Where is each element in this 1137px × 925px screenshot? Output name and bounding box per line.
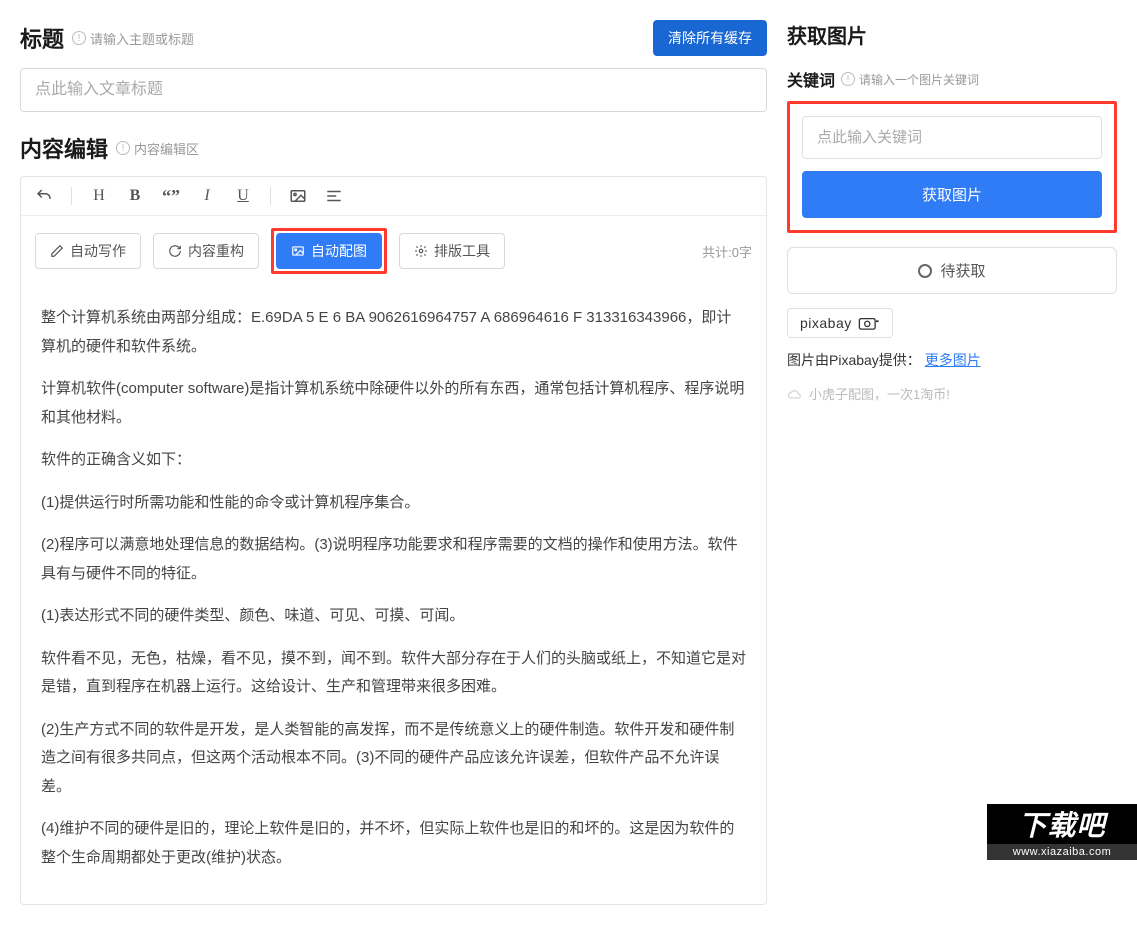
pixabay-badge[interactable]: pixabay [787,308,893,338]
title-header: 标题 ! 请输入主题或标题 清除所有缓存 [20,20,767,56]
undo-icon[interactable] [35,187,53,205]
sidebar: 获取图片 关键词 ! 请输入一个图片关键词 获取图片 待获取 pixabay 图… [787,20,1117,905]
content-paragraph: 软件的正确含义如下： [41,446,746,475]
info-icon: ! [116,141,130,155]
content-paragraph: (1)提供运行时所需功能和性能的命令或计算机程序集合。 [41,489,746,518]
char-count: 共计:0字 [702,242,752,261]
keyword-highlight-box: 获取图片 [787,101,1117,233]
auto-image-highlight: 自动配图 [271,228,387,274]
sidebar-title: 获取图片 [787,20,1117,49]
auto-write-button[interactable]: 自动写作 [35,233,141,269]
content-header: 内容编辑 ! 内容编辑区 [20,132,767,164]
keyword-header: 关键词 ! 请输入一个图片关键词 [787,67,1117,91]
clear-cache-button[interactable]: 清除所有缓存 [653,20,767,56]
restructure-button[interactable]: 内容重构 [153,233,259,269]
keyword-label: 关键词 [787,67,835,91]
content-paragraph: (2)程序可以满意地处理信息的数据结构。(3)说明程序功能要求和程序需要的文档的… [41,531,746,588]
image-icon[interactable] [289,187,307,205]
align-icon[interactable] [325,187,343,205]
keyword-input[interactable] [802,116,1102,159]
format-toolbar: H B “” I U [21,177,766,216]
content-label: 内容编辑 [20,132,108,164]
bold-icon[interactable]: B [126,187,144,205]
camera-icon [858,316,880,330]
content-paragraph: 整个计算机系统由两部分组成：E.69DA 5 E 6 BA 9062616964… [41,304,746,361]
italic-icon[interactable]: I [198,187,216,205]
main-column: 标题 ! 请输入主题或标题 清除所有缓存 内容编辑 ! 内容编辑区 [20,20,767,905]
heading-icon[interactable]: H [90,187,108,205]
footer-note: 小虎子配图，一次1淘币! [787,384,1117,403]
content-paragraph: (2)生产方式不同的软件是开发，是人类智能的高发挥，而不是传统意义上的硬件制造。… [41,716,746,802]
editor-box: H B “” I U 自动写作 [20,176,767,905]
keyword-hint: ! 请输入一个图片关键词 [841,71,979,88]
content-paragraph: 计算机软件(computer software)是指计算机系统中除硬件以外的所有… [41,375,746,432]
underline-icon[interactable]: U [234,187,252,205]
watermark: 下载吧 www.xiazaiba.com [987,804,1137,860]
action-toolbar: 自动写作 内容重构 自动配图 排版工具 [21,216,766,286]
info-icon: ! [841,72,855,86]
content-paragraph: (4)维护不同的硬件是旧的，理论上软件是旧的，并不坏，但实际上软件也是旧的和坏的… [41,815,746,872]
pending-button[interactable]: 待获取 [787,247,1117,294]
title-hint: ! 请输入主题或标题 [72,29,194,48]
content-area[interactable]: 整个计算机系统由两部分组成：E.69DA 5 E 6 BA 9062616964… [21,286,766,904]
provider-line: 图片由Pixabay提供： 更多图片 [787,350,1117,370]
auto-image-button[interactable]: 自动配图 [276,233,382,269]
title-label: 标题 [20,22,64,54]
more-images-link[interactable]: 更多图片 [925,352,981,368]
fetch-image-button[interactable]: 获取图片 [802,171,1102,218]
cloud-icon [787,388,803,400]
content-hint: ! 内容编辑区 [116,139,199,158]
article-title-input[interactable] [20,68,767,112]
layout-tool-button[interactable]: 排版工具 [399,233,505,269]
info-icon: ! [72,31,86,45]
circle-icon [918,264,932,278]
content-paragraph: 软件看不见，无色，枯燥，看不见，摸不到，闻不到。软件大部分存在于人们的头脑或纸上… [41,645,746,702]
content-paragraph: (1)表达形式不同的硬件类型、颜色、味道、可见、可摸、可闻。 [41,602,746,631]
quote-icon[interactable]: “” [162,187,180,205]
